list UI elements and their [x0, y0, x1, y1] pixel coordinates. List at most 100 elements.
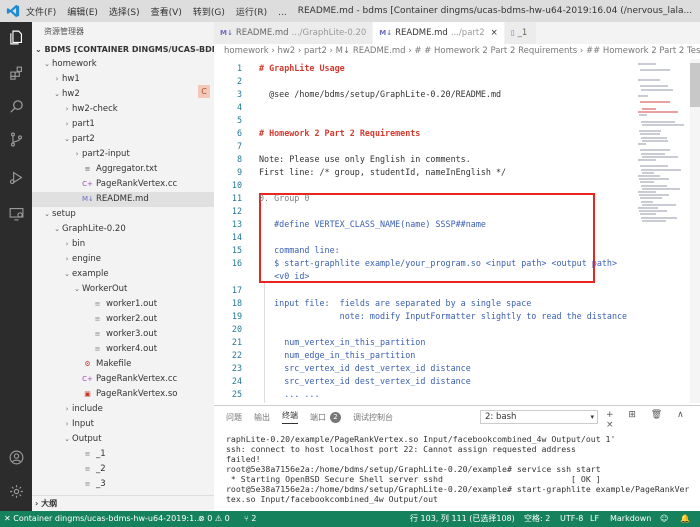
menu-item[interactable]: 编辑(E): [67, 8, 98, 18]
code-line[interactable]: input file: fields are separated by a si…: [259, 297, 531, 310]
search-icon[interactable]: [0, 91, 32, 121]
tree-item[interactable]: ⌄ part2: [32, 132, 214, 147]
cursor-position[interactable]: 行 103, 列 111 (已选择108): [410, 511, 515, 527]
tree-item[interactable]: › hw2-check: [32, 102, 214, 117]
scrollbar-thumb[interactable]: [690, 63, 700, 107]
panel-tab[interactable]: 输出: [254, 412, 270, 423]
menu-item[interactable]: 查看(V): [151, 8, 182, 18]
code-line[interactable]: 0. Group 0: [259, 192, 309, 205]
code-line[interactable]: First line: /* group, studentId, nameInE…: [259, 166, 506, 179]
remote-indicator[interactable]: ✕ Container dingms/ucas-bdms-hw-u64-2019…: [0, 511, 202, 527]
minimap-line: [642, 187, 680, 190]
tree-item[interactable]: ⌄ WorkerOut: [32, 282, 214, 297]
remote-explorer-icon[interactable]: [0, 198, 32, 228]
tree-item[interactable]: ⌄ setup: [32, 207, 214, 222]
code-line[interactable]: command line:: [259, 244, 340, 257]
settings-gear-icon[interactable]: [0, 476, 32, 506]
panel-tab[interactable]: 终端: [282, 410, 298, 424]
tree-item[interactable]: ≡ _2: [32, 462, 214, 477]
tree-item[interactable]: › engine: [32, 252, 214, 267]
panel-tab[interactable]: 端口: [310, 412, 326, 423]
tree-item[interactable]: ≡ _1: [32, 447, 214, 462]
panel-action-icons[interactable]: + ⊞ 🗑 ∧ ×: [606, 410, 700, 430]
tree-item[interactable]: M↓ README.md: [32, 192, 214, 207]
code-line[interactable]: Note: Please use only English in comment…: [259, 153, 471, 166]
code-line[interactable]: ... ...: [259, 388, 319, 401]
tree-item[interactable]: › bin: [32, 237, 214, 252]
tree-item-label: hw2: [62, 89, 80, 99]
code-line[interactable]: <v0 id>: [259, 270, 309, 283]
minimap-line: [641, 88, 673, 91]
editor-tab[interactable]: M↓ README.md .../part2 ×: [373, 22, 505, 44]
tree-item[interactable]: C+ PageRankVertex.cc: [32, 372, 214, 387]
problems-indicator[interactable]: ⊗ 0 ⚠ 0: [198, 511, 230, 527]
editor-scrollbar[interactable]: [690, 59, 700, 403]
panel-tab[interactable]: 问题: [226, 412, 242, 423]
code-line[interactable]: # GraphLite Usage: [259, 62, 345, 75]
extensions-remote-icon[interactable]: [0, 58, 32, 88]
tree-item[interactable]: › Input: [32, 417, 214, 432]
encoding[interactable]: UTF-8: [560, 511, 583, 527]
menu-item[interactable]: 运行(R): [236, 8, 267, 18]
tree-item[interactable]: ⌄ homework: [32, 57, 214, 72]
menu-item[interactable]: 选择(S): [109, 8, 140, 18]
code-line[interactable]: $ start-graphlite example/your_program.s…: [259, 257, 617, 270]
terminal-output[interactable]: raphLite-0.20/example/PageRankVertex.so …: [226, 434, 696, 504]
menu-item[interactable]: ...: [278, 8, 287, 18]
feedback-icon[interactable]: ☺: [660, 511, 668, 527]
editor-area[interactable]: 1 # GraphLite Usage 2 3 @see /home/bdms/set…: [214, 59, 634, 403]
code-line[interactable]: src_vertex_id dest_vertex_id distance: [259, 362, 471, 375]
outline-section[interactable]: › 大纲: [32, 495, 214, 511]
editor-tabs: M↓ README.md .../GraphLite-0.20 M↓ README.md…: [214, 22, 700, 44]
status-bar: ✕ Container dingms/ucas-bdms-hw-u64-2019…: [0, 511, 700, 527]
account-icon[interactable]: [0, 442, 32, 472]
tree-item[interactable]: ⌄ Output: [32, 432, 214, 447]
code-line[interactable]: num_edge_in_this_partition: [259, 349, 415, 362]
language-mode[interactable]: Markdown: [610, 511, 651, 527]
explorer-icon[interactable]: [0, 22, 32, 52]
code-line[interactable]: num_vertex_in_this_partition: [259, 336, 425, 349]
minimap[interactable]: [634, 59, 690, 403]
window-title: README.md - bdms [Container dingms/ucas-…: [297, 6, 693, 16]
editor-tab[interactable]: M↓ README.md .../GraphLite-0.20: [214, 22, 374, 44]
run-debug-icon[interactable]: [0, 162, 32, 192]
close-icon[interactable]: ×: [491, 28, 498, 38]
source-control-icon[interactable]: [0, 124, 32, 154]
menu-item[interactable]: 转到(G): [193, 8, 225, 18]
tree-item[interactable]: ≡ Aggregator.txt: [32, 162, 214, 177]
tree-item[interactable]: › include: [32, 402, 214, 417]
code-line[interactable]: #define VERTEX_CLASS_NAME(name) SSSP##na…: [259, 218, 486, 231]
notifications-icon[interactable]: 🔔: [680, 511, 690, 527]
file-file-icon: ≡: [84, 480, 91, 488]
tree-item[interactable]: › hw1: [32, 72, 214, 87]
menu-item[interactable]: 文件(F): [26, 8, 56, 18]
minimap-line: [642, 139, 668, 142]
breadcrumb[interactable]: homework › hw2 › part2 › M↓ README.md › …: [214, 44, 700, 59]
tree-item[interactable]: ≡ worker3.out: [32, 327, 214, 342]
eol[interactable]: LF: [590, 511, 599, 527]
tree-item[interactable]: ≡ _3: [32, 477, 214, 492]
tree-item[interactable]: ⌄ GraphLite-0.20: [32, 222, 214, 237]
tree-item[interactable]: ≡ worker1.out: [32, 297, 214, 312]
tree-item[interactable]: ▣ PageRankVertex.so: [32, 387, 214, 402]
tree-item[interactable]: ⌄ hw2: [32, 87, 214, 102]
tree-item[interactable]: ≡ worker2.out: [32, 312, 214, 327]
tree-item-label: part2: [72, 134, 95, 144]
code-line[interactable]: # Homework 2 Part 2 Requirements: [259, 127, 420, 140]
tree-item-label: hw2-check: [72, 104, 118, 114]
panel-tab[interactable]: 调试控制台: [353, 412, 393, 423]
workspace-section-header[interactable]: ⌄ BDMS [CONTAINER DINGMS/UCAS-BDMS-H...: [32, 42, 214, 57]
code-line[interactable]: note: modify InputFormatter slightly to …: [259, 310, 627, 323]
indentation[interactable]: 空格: 2: [524, 511, 550, 527]
terminal-select[interactable]: 2: bash ▾: [480, 410, 598, 424]
tree-item[interactable]: ⚙ Makefile: [32, 357, 214, 372]
tree-item[interactable]: ≡ worker4.out: [32, 342, 214, 357]
tree-item[interactable]: › part2-input: [32, 147, 214, 162]
code-line[interactable]: @see /home/bdms/setup/GraphLite-0.20/REA…: [259, 88, 501, 101]
code-line[interactable]: src_vertex_id dest_vertex_id distance: [259, 375, 471, 388]
editor-tab[interactable]: ▯ _1: [504, 22, 538, 44]
ports-indicator[interactable]: ⑂ 2: [244, 511, 256, 527]
tree-item[interactable]: › part1: [32, 117, 214, 132]
tree-item[interactable]: C+ PageRankVertex.cc: [32, 177, 214, 192]
tree-item[interactable]: ⌄ example: [32, 267, 214, 282]
